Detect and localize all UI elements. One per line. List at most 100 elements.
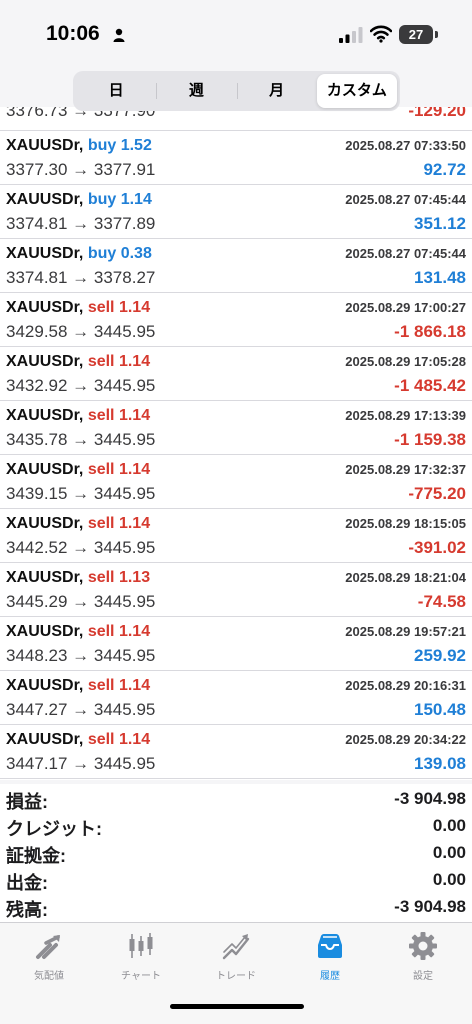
- settings-icon: [409, 932, 437, 960]
- deal-title: XAUUSDr, sell 1.14: [6, 461, 150, 479]
- deal-title: XAUUSDr, sell 1.14: [6, 731, 150, 749]
- deal-row[interactable]: XAUUSDr, buy 0.38 2025.08.27 07:45:44 3374…: [0, 239, 472, 293]
- deal-date: 2025.08.29 20:34:22: [345, 732, 466, 747]
- deal-symbol: XAUUSDr: [6, 677, 79, 694]
- quotes-icon: [36, 935, 60, 959]
- period-week-tab[interactable]: 週: [156, 74, 236, 108]
- deal-title: XAUUSDr, sell 1.13: [6, 569, 150, 587]
- battery-level: 27: [408, 27, 424, 42]
- deal-profit: 92.72: [423, 160, 466, 179]
- deal-side-volume: sell 1.14: [87, 515, 151, 532]
- deal-separator: ,: [78, 407, 84, 424]
- deal-prices: 3445.29 → 3445.95: [6, 592, 156, 611]
- deal-row[interactable]: XAUUSDr, buy 1.52 2025.08.27 07:33:50 3377…: [0, 131, 472, 185]
- deal-side-volume: sell 1.14: [87, 353, 151, 370]
- battery-nub: [435, 31, 438, 38]
- period-segmented-control: 日 週 月 カスタム: [73, 71, 400, 111]
- deal-symbol: XAUUSDr: [6, 137, 79, 154]
- tab-history-label: 履歴: [320, 971, 340, 982]
- deal-row[interactable]: XAUUSDr, sell 1.14 2025.08.29 18:15:05 344…: [0, 509, 472, 563]
- deal-title: XAUUSDr, sell 1.14: [6, 299, 150, 317]
- cellular-signal-icon: [339, 27, 363, 43]
- deal-row[interactable]: XAUUSDr, sell 1.14 2025.08.29 20:16:31 344…: [0, 671, 472, 725]
- deal-row[interactable]: XAUUSDr, sell 1.14 2025.08.29 20:34:22 344…: [0, 725, 472, 779]
- deal-separator: ,: [78, 515, 84, 532]
- deal-side-volume: sell 1.14: [87, 461, 151, 478]
- deal-profit: -129.20: [408, 107, 466, 120]
- deal-prices: 3432.92 → 3445.95: [6, 376, 156, 395]
- deal-profit: 150.48: [414, 700, 466, 719]
- wifi-icon: [370, 25, 392, 43]
- deal-title: XAUUSDr, buy 0.38: [6, 245, 152, 263]
- deal-symbol: XAUUSDr: [6, 731, 79, 748]
- deal-profit: 259.92: [414, 646, 466, 665]
- summary-profit-value: -3 904.98: [394, 789, 466, 808]
- deal-profit: 131.48: [414, 268, 466, 287]
- deal-separator: ,: [78, 731, 84, 748]
- deal-symbol: XAUUSDr: [6, 191, 79, 208]
- person-icon: [113, 28, 125, 42]
- summary-profit-row: 損益: -3 904.98: [0, 784, 472, 812]
- deal-separator: ,: [78, 569, 84, 586]
- deal-profit: 139.08: [414, 754, 466, 773]
- deal-date: 2025.08.29 18:21:04: [345, 570, 466, 585]
- deal-title: XAUUSDr, sell 1.14: [6, 515, 150, 533]
- summary-withdrawal-row: 出金: 0.00: [0, 865, 472, 893]
- tab-quotes[interactable]: 気配値: [2, 931, 96, 982]
- deal-date: 2025.08.27 07:45:44: [345, 192, 466, 207]
- deal-row[interactable]: XAUUSDr, sell 1.14 2025.08.29 17:05:28 343…: [0, 347, 472, 401]
- deal-profit: -1 866.18: [394, 322, 466, 341]
- deal-row[interactable]: XAUUSDr, sell 1.14 2025.08.29 17:32:37 343…: [0, 455, 472, 509]
- deal-row[interactable]: XAUUSDr, sell 1.14 2025.08.29 19:57:21 344…: [0, 617, 472, 671]
- deal-row[interactable]: XAUUSDr, sell 1.14 2025.08.29 17:00:27 342…: [0, 293, 472, 347]
- deal-prices: 3447.27 → 3445.95: [6, 700, 156, 719]
- deal-title: XAUUSDr, buy 1.52: [6, 137, 152, 155]
- deal-side-volume: sell 1.14: [87, 299, 151, 316]
- deal-separator: ,: [78, 245, 84, 262]
- chart-icon: [129, 933, 153, 958]
- deal-prices: 3448.23 → 3445.95: [6, 646, 156, 665]
- deal-symbol: XAUUSDr: [6, 515, 79, 532]
- deal-title: XAUUSDr, sell 1.14: [6, 677, 150, 695]
- deal-prices: 3377.30 → 3377.91: [6, 160, 156, 179]
- deal-symbol: XAUUSDr: [6, 623, 79, 640]
- deal-separator: ,: [78, 191, 84, 208]
- deals-list[interactable]: 3376.73 → 3377.90 -129.20 XAUUSDr, buy 1…: [0, 107, 472, 780]
- deal-separator: ,: [78, 677, 84, 694]
- deal-symbol: XAUUSDr: [6, 245, 79, 262]
- deal-row[interactable]: XAUUSDr, sell 1.14 2025.08.29 17:13:39 343…: [0, 401, 472, 455]
- history-icon: [318, 934, 342, 958]
- deal-prices: 3439.15 → 3445.95: [6, 484, 156, 503]
- deal-row[interactable]: XAUUSDr, buy 1.14 2025.08.27 07:45:44 3374…: [0, 185, 472, 239]
- deal-prices: 3442.52 → 3445.95: [6, 538, 156, 557]
- deal-symbol: XAUUSDr: [6, 353, 79, 370]
- period-custom-tab[interactable]: カスタム: [316, 74, 397, 108]
- tab-history[interactable]: 履歴: [283, 931, 377, 982]
- deal-separator: ,: [78, 461, 84, 478]
- deal-date: 2025.08.29 17:00:27: [345, 300, 466, 315]
- deal-title: XAUUSDr, sell 1.14: [6, 407, 150, 425]
- deal-profit: -74.58: [417, 592, 466, 611]
- deal-prices: 3429.58 → 3445.95: [6, 322, 156, 341]
- deal-side-volume: buy 1.52: [87, 137, 152, 154]
- deal-date: 2025.08.29 17:32:37: [345, 462, 466, 477]
- deal-symbol: XAUUSDr: [6, 569, 79, 586]
- period-day-tab[interactable]: 日: [76, 74, 156, 108]
- deal-prices: 3374.81 → 3377.89: [6, 214, 156, 233]
- deal-row[interactable]: XAUUSDr, sell 1.13 2025.08.29 18:21:04 344…: [0, 563, 472, 617]
- summary-credit-value: 0.00: [432, 816, 466, 835]
- summary-credit-row: クレジット: 0.00: [0, 811, 472, 839]
- deal-profit: 351.12: [414, 214, 466, 233]
- deal-side-volume: buy 1.14: [87, 191, 152, 208]
- summary-deposit-value: 0.00: [432, 843, 466, 862]
- deal-title: XAUUSDr, buy 1.14: [6, 191, 152, 209]
- tab-trade[interactable]: トレード: [189, 931, 283, 982]
- deal-date: 2025.08.27 07:45:44: [345, 246, 466, 261]
- tab-chart[interactable]: チャート: [94, 931, 188, 982]
- deal-profit: -1 159.38: [394, 430, 466, 449]
- tab-settings[interactable]: 設定: [376, 931, 470, 982]
- deal-symbol: XAUUSDr: [6, 461, 79, 478]
- period-month-tab[interactable]: 月: [236, 74, 317, 108]
- status-time: 10:06: [46, 22, 100, 45]
- deal-profit: -775.20: [408, 484, 466, 503]
